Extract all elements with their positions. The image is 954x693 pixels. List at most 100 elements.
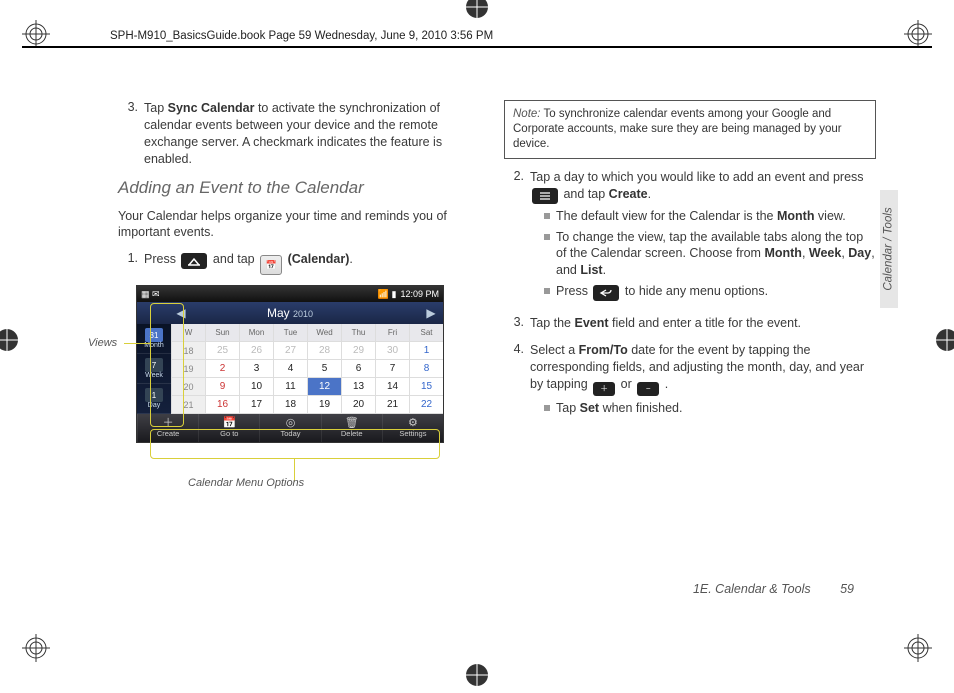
callout-views-line	[124, 343, 150, 344]
calendar-day[interactable]: 22	[409, 396, 443, 414]
calendar-day[interactable]: 27	[273, 342, 307, 360]
week-number: 18	[171, 342, 205, 360]
next-month-icon[interactable]: ▶	[421, 302, 441, 324]
right-step-2: 2. Tap a day to which you would like to …	[504, 169, 876, 305]
menu-option-today[interactable]: ◎Today	[259, 414, 320, 442]
weekday-header: Sun	[205, 324, 239, 342]
calendar-day[interactable]: 9	[205, 378, 239, 396]
calendar-menu-options-bar: ＋Create📅Go to◎Today🗑Delete⚙Settings	[137, 414, 443, 442]
weekday-header: W	[171, 324, 205, 342]
calendar-day[interactable]: 18	[273, 396, 307, 414]
status-left: ▦ ✉	[141, 289, 160, 300]
view-tabs: 31Month7Week1Day	[137, 324, 171, 414]
calendar-day[interactable]: 14	[375, 378, 409, 396]
sub-bullet: The default view for the Calendar is the…	[544, 208, 876, 225]
view-tab-week[interactable]: 7Week	[137, 354, 171, 384]
right-step-3: 3. Tap the Event field and enter a title…	[504, 315, 876, 332]
menu-option-label: Create	[157, 429, 180, 438]
note-box: Note: To synchronize calendar events amo…	[504, 100, 876, 159]
calendar-day[interactable]: 7	[375, 360, 409, 378]
menu-option-delete[interactable]: 🗑Delete	[321, 414, 382, 442]
reg-mark	[462, 660, 492, 690]
calendar-day[interactable]: 26	[239, 342, 273, 360]
content-columns: 3. Tap Sync Calendar to activate the syn…	[118, 100, 878, 443]
calendar-day[interactable]: 3	[239, 360, 273, 378]
callout-menu-label: Calendar Menu Options	[188, 477, 304, 489]
menu-option-settings[interactable]: ⚙Settings	[382, 414, 443, 442]
step-body: Tap a day to which you would like to add…	[530, 169, 876, 305]
calendar-screenshot: ▦ ✉ 📶 ▮ 12:09 PM ◀ May 2010 ▶ 31Month7We…	[136, 285, 444, 443]
calendar-day[interactable]: 10	[239, 378, 273, 396]
calendar-day[interactable]: 29	[341, 342, 375, 360]
reg-mark	[904, 20, 932, 48]
menu-option-label: Today	[281, 429, 301, 438]
calendar-title-bar: ◀ May 2010 ▶	[137, 302, 443, 324]
reg-mark	[0, 325, 22, 355]
calendar-day[interactable]: 8	[409, 360, 443, 378]
reg-mark	[932, 325, 954, 355]
calendar-app-icon: 📅	[260, 255, 282, 275]
calendar-day[interactable]: 12	[307, 378, 341, 396]
bullet-icon	[544, 213, 550, 219]
view-tab-day[interactable]: 1Day	[137, 384, 171, 414]
reg-mark	[22, 20, 50, 48]
calendar-day[interactable]: 28	[307, 342, 341, 360]
calendar-day[interactable]: 17	[239, 396, 273, 414]
step-number: 1.	[118, 251, 138, 275]
weekday-header: Wed	[307, 324, 341, 342]
weekday-header: Sat	[409, 324, 443, 342]
menu-option-icon: 🗑	[345, 418, 359, 429]
title-month: May	[267, 306, 290, 320]
calendar-day[interactable]: 20	[341, 396, 375, 414]
right-step-4: 4. Select a From/To date for the event b…	[504, 342, 876, 421]
weekday-header: Mon	[239, 324, 273, 342]
step-body: Select a From/To date for the event by t…	[530, 342, 876, 421]
reg-mark	[22, 634, 50, 662]
left-column: 3. Tap Sync Calendar to activate the syn…	[118, 100, 478, 443]
section-heading: Adding an Event to the Calendar	[118, 178, 478, 198]
menu-option-create[interactable]: ＋Create	[137, 414, 198, 442]
bullet-icon	[544, 288, 550, 294]
sub-bullet: Tap Set when finished.	[544, 400, 876, 417]
view-tab-label: Week	[145, 372, 163, 379]
menu-option-icon: ＋	[163, 418, 174, 429]
back-icon	[593, 285, 619, 301]
menu-option-label: Go to	[220, 429, 238, 438]
plus-icon: ＋	[593, 382, 615, 396]
side-tab-label: Calendar / Tools	[883, 207, 895, 290]
weekday-header: Tue	[273, 324, 307, 342]
step-number: 4.	[504, 342, 524, 421]
note-body: To synchronize calendar events among you…	[513, 108, 842, 150]
step-number: 3.	[118, 100, 138, 168]
calendar-day[interactable]: 1	[409, 342, 443, 360]
header-rule	[22, 46, 932, 48]
callout-views-label: Views	[88, 337, 117, 349]
calendar-day[interactable]: 6	[341, 360, 375, 378]
calendar-day[interactable]: 5	[307, 360, 341, 378]
calendar-grid: WSunMonTueWedThuFriSat182526272829301192…	[171, 324, 443, 414]
right-column: Note: To synchronize calendar events amo…	[504, 100, 876, 443]
calendar-day[interactable]: 13	[341, 378, 375, 396]
calendar-day[interactable]: 11	[273, 378, 307, 396]
calendar-day[interactable]: 15	[409, 378, 443, 396]
footer-page: 59	[840, 582, 854, 596]
view-tab-icon: 7	[145, 358, 163, 372]
weekday-header: Fri	[375, 324, 409, 342]
view-tab-label: Day	[148, 402, 160, 409]
screenshot-area: Views ▦ ✉ 📶 ▮ 12:09 PM ◀ May 2010 ▶ 31Mo…	[136, 285, 478, 443]
calendar-day[interactable]: 21	[375, 396, 409, 414]
calendar-day[interactable]: 30	[375, 342, 409, 360]
title-year: 2010	[293, 309, 313, 319]
calendar-day[interactable]: 25	[205, 342, 239, 360]
menu-option-icon: 📅	[222, 418, 236, 429]
calendar-day[interactable]: 4	[273, 360, 307, 378]
menu-option-go-to[interactable]: 📅Go to	[198, 414, 259, 442]
calendar-body: 31Month7Week1Day WSunMonTueWedThuFriSat1…	[137, 324, 443, 414]
view-tab-month[interactable]: 31Month	[137, 324, 171, 354]
menu-option-label: Delete	[341, 429, 363, 438]
calendar-day[interactable]: 2	[205, 360, 239, 378]
calendar-day[interactable]: 19	[307, 396, 341, 414]
calendar-day[interactable]: 16	[205, 396, 239, 414]
status-icons: 📶 ▮	[378, 289, 397, 300]
prev-month-icon[interactable]: ◀	[171, 302, 191, 324]
